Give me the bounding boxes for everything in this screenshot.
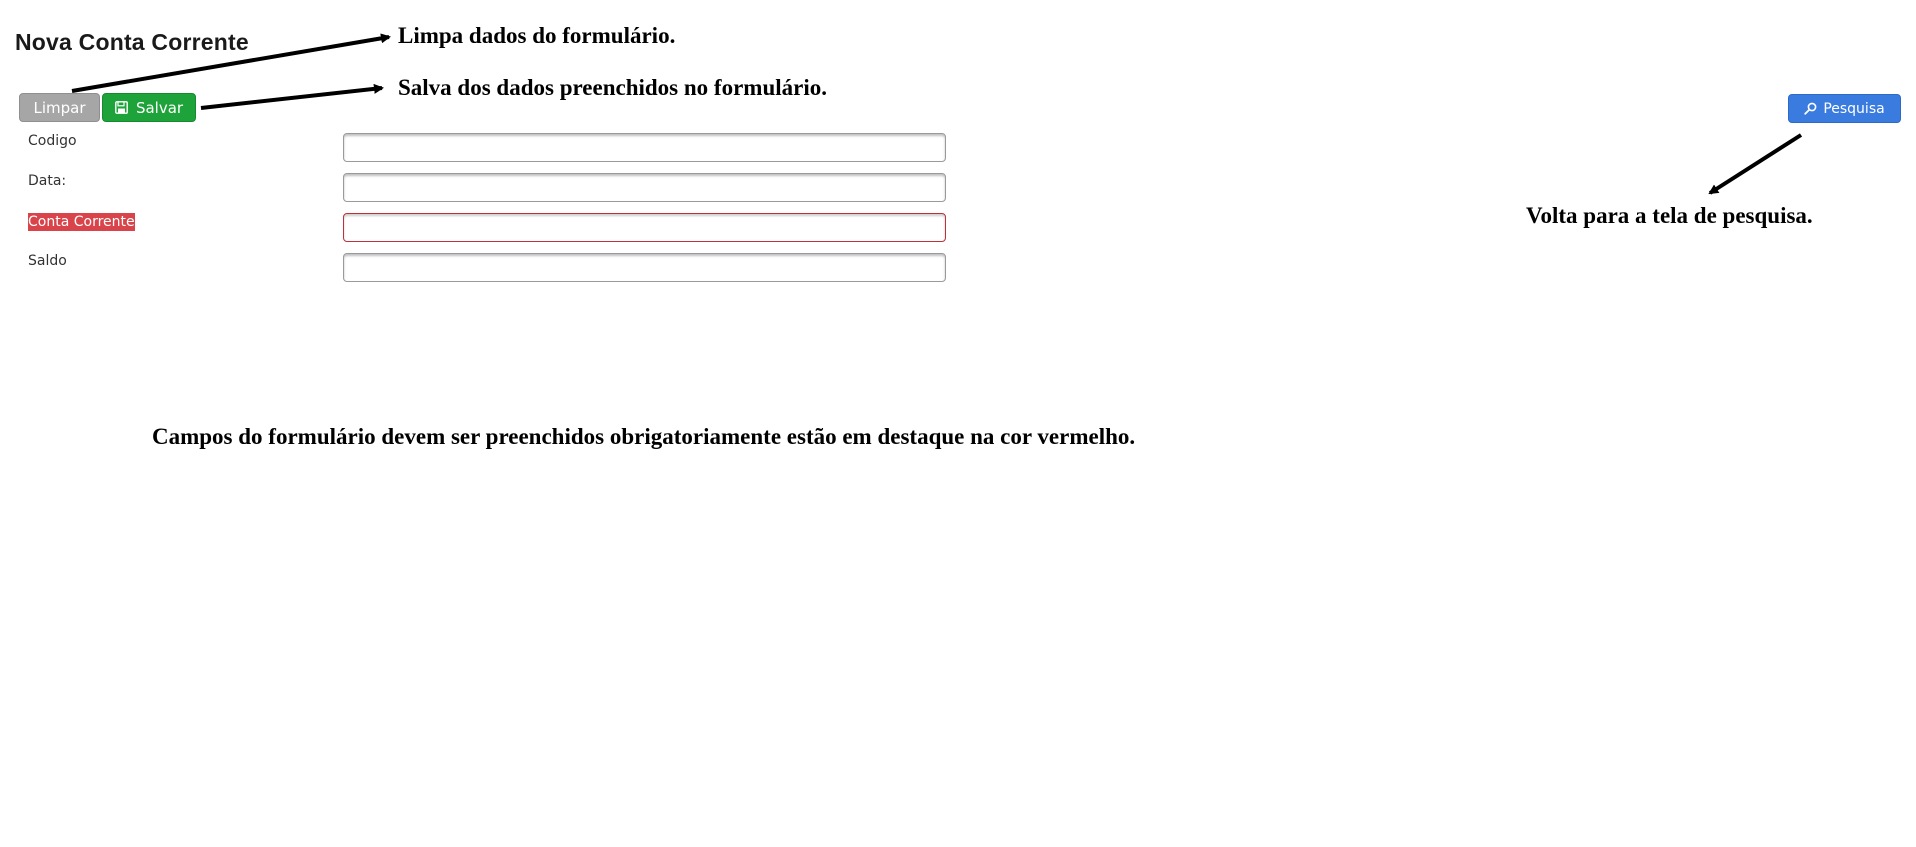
data-label: Data: xyxy=(28,173,67,189)
annotation-pesquisa: Volta para a tela de pesquisa. xyxy=(1526,203,1813,228)
data-input[interactable] xyxy=(343,173,946,202)
arrow-to-salvar-note xyxy=(200,83,384,110)
annotation-salvar: Salva dos dados preenchidos no formulári… xyxy=(398,75,827,100)
annotation-limpar: Limpa dados do formulário. xyxy=(398,23,676,48)
limpar-button[interactable]: Limpar xyxy=(19,93,100,122)
conta-corrente-input[interactable] xyxy=(343,213,946,242)
save-icon xyxy=(115,101,128,114)
arrow-to-pesquisa-button xyxy=(1708,133,1803,195)
saldo-input[interactable] xyxy=(343,253,946,282)
pesquisa-button-label: Pesquisa xyxy=(1823,100,1885,117)
salvar-button[interactable]: Salvar xyxy=(102,93,196,122)
conta-corrente-label: Conta Corrente xyxy=(28,213,135,231)
codigo-label: Codigo xyxy=(28,133,77,149)
page-title: Nova Conta Corrente xyxy=(15,29,249,55)
codigo-input[interactable] xyxy=(343,133,946,162)
pesquisa-button[interactable]: Pesquisa xyxy=(1788,94,1901,123)
annotation-campos-obrigatorios: Campos do formulário devem ser preenchid… xyxy=(152,424,1136,449)
search-icon xyxy=(1804,102,1817,115)
salvar-button-label: Salvar xyxy=(135,98,184,117)
limpar-button-label: Limpar xyxy=(33,98,86,117)
saldo-label: Saldo xyxy=(28,253,67,269)
